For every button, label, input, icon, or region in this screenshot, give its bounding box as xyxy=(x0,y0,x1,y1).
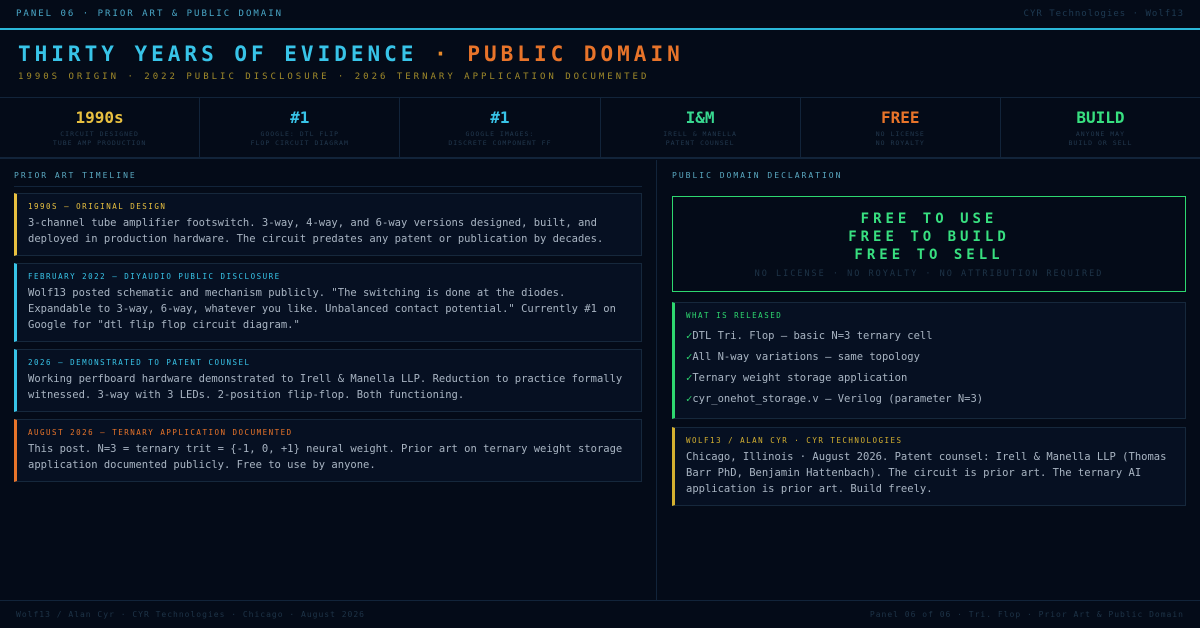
timeline-body: Working perfboard hardware demonstrated … xyxy=(28,373,623,401)
footer-left: Wolf13 / Alan Cyr · CYR Technologies · C… xyxy=(16,610,365,619)
stat-value: #1 xyxy=(490,107,510,127)
timeline-heading: 1990S — ORIGINAL DESIGN xyxy=(28,202,167,211)
timeline-body: 3-channel tube amplifier footswitch. 3-w… xyxy=(28,217,604,245)
stat-value: 1990s xyxy=(75,107,124,127)
footer: Wolf13 / Alan Cyr · CYR Technologies · C… xyxy=(0,600,1200,628)
stat-google-images: #1 GOOGLE IMAGES: DISCRETE COMPONENT FF xyxy=(400,98,601,157)
author-box: WOLF13 / ALAN CYR · CYR TECHNOLOGIES Chi… xyxy=(672,427,1186,506)
section-title: PRIOR ART TIMELINE xyxy=(14,171,642,187)
stat-origin: 1990s CIRCUIT DESIGNED TUBE AMP PRODUCTIO… xyxy=(0,98,201,157)
released-item: ✓cyr_onehot_storage.v — Verilog (paramet… xyxy=(686,393,984,405)
declaration-line: FREE TO SELL xyxy=(854,246,1004,263)
stat-counsel: I&M IRELL & MANELLA PATENT COUNSEL xyxy=(601,98,801,157)
public-domain-column: PUBLIC DOMAIN DECLARATION FREE TO USE FR… xyxy=(658,160,1200,600)
prior-art-column: PRIOR ART TIMELINE 1990S — ORIGINAL DESI… xyxy=(0,160,657,600)
timeline-item: 1990S — ORIGINAL DESIGN 3-channel tube a… xyxy=(14,193,642,256)
stat-label: CIRCUIT DESIGNED TUBE AMP PRODUCTION xyxy=(52,129,147,147)
brand-label: CYR Technologies · Wolf13 xyxy=(1023,9,1184,19)
timeline-item: FEBRUARY 2022 — DIYAUDIO PUBLIC DISCLOSU… xyxy=(14,263,642,342)
title-part-2: PUBLIC DOMAIN xyxy=(467,42,684,66)
released-box: WHAT IS RELEASED ✓DTL Tri. Flop — basic … xyxy=(672,302,1186,419)
timeline-item: 2026 — DEMONSTRATED TO PATENT COUNSEL Wo… xyxy=(14,349,642,412)
stat-value: BUILD xyxy=(1076,107,1125,127)
timeline-item: AUGUST 2026 — TERNARY APPLICATION DOCUME… xyxy=(14,419,642,482)
timeline-body: Wolf13 posted schematic and mechanism pu… xyxy=(28,287,616,331)
stat-label: NO LICENSE NO ROYALTY xyxy=(875,129,925,147)
section-title: PUBLIC DOMAIN DECLARATION xyxy=(672,171,843,180)
timeline-heading: 2026 — DEMONSTRATED TO PATENT COUNSEL xyxy=(28,358,251,367)
page-subtitle: 1990S ORIGIN · 2022 PUBLIC DISCLOSURE · … xyxy=(18,72,650,82)
declaration-line: FREE TO USE xyxy=(860,210,998,227)
stats-row: 1990s CIRCUIT DESIGNED TUBE AMP PRODUCTIO… xyxy=(0,98,1200,159)
declaration-note: NO LICENSE · NO ROYALTY · NO ATTRIBUTION… xyxy=(754,268,1104,279)
stat-value: FREE xyxy=(881,107,920,127)
stat-google-ranking: #1 GOOGLE: DTL FLIP FLOP CIRCUIT DIAGRAM xyxy=(200,98,401,157)
timeline-heading: FEBRUARY 2022 — DIYAUDIO PUBLIC DISCLOSU… xyxy=(28,272,281,281)
stat-value: I&M xyxy=(685,107,715,127)
stat-label: IRELL & MANELLA PATENT COUNSEL xyxy=(663,129,737,147)
released-item: ✓DTL Tri. Flop — basic N=3 ternary cell xyxy=(686,330,933,342)
author-heading: WOLF13 / ALAN CYR · CYR TECHNOLOGIES xyxy=(686,436,903,445)
released-item: ✓All N-way variations — same topology xyxy=(686,351,920,363)
released-item: ✓Ternary weight storage application xyxy=(686,372,908,384)
timeline-heading: AUGUST 2026 — TERNARY APPLICATION DOCUME… xyxy=(28,428,293,437)
timeline-body: This post. N=3 = ternary trit = {-1, 0, … xyxy=(28,443,623,471)
stat-build: BUILD ANYONE MAY BUILD OR SELL xyxy=(1001,98,1200,157)
title-separator: · xyxy=(417,42,468,66)
page-title: THIRTY YEARS OF EVIDENCE · PUBLIC DOMAIN xyxy=(18,42,1182,66)
declaration-box: FREE TO USE FREE TO BUILD FREE TO SELL N… xyxy=(672,196,1186,292)
declaration-line: FREE TO BUILD xyxy=(848,228,1010,245)
header: THIRTY YEARS OF EVIDENCE · PUBLIC DOMAIN… xyxy=(0,30,1200,98)
stat-label: GOOGLE IMAGES: DISCRETE COMPONENT FF xyxy=(448,129,552,147)
panel-label: PANEL 06 · PRIOR ART & PUBLIC DOMAIN xyxy=(16,9,284,19)
top-bar: PANEL 06 · PRIOR ART & PUBLIC DOMAIN CYR… xyxy=(0,0,1200,30)
author-body: Chicago, Illinois · August 2026. Patent … xyxy=(686,451,1167,495)
title-part-1: THIRTY YEARS OF EVIDENCE xyxy=(18,42,418,66)
stat-free: FREE NO LICENSE NO ROYALTY xyxy=(801,98,1001,157)
stat-label: GOOGLE: DTL FLIP FLOP CIRCUIT DIAGRAM xyxy=(250,129,349,147)
stat-label: ANYONE MAY BUILD OR SELL xyxy=(1068,129,1133,147)
stat-value: #1 xyxy=(290,107,310,127)
footer-right: Panel 06 of 06 · Tri. Flop · Prior Art &… xyxy=(869,610,1184,619)
released-heading: WHAT IS RELEASED xyxy=(686,311,783,320)
